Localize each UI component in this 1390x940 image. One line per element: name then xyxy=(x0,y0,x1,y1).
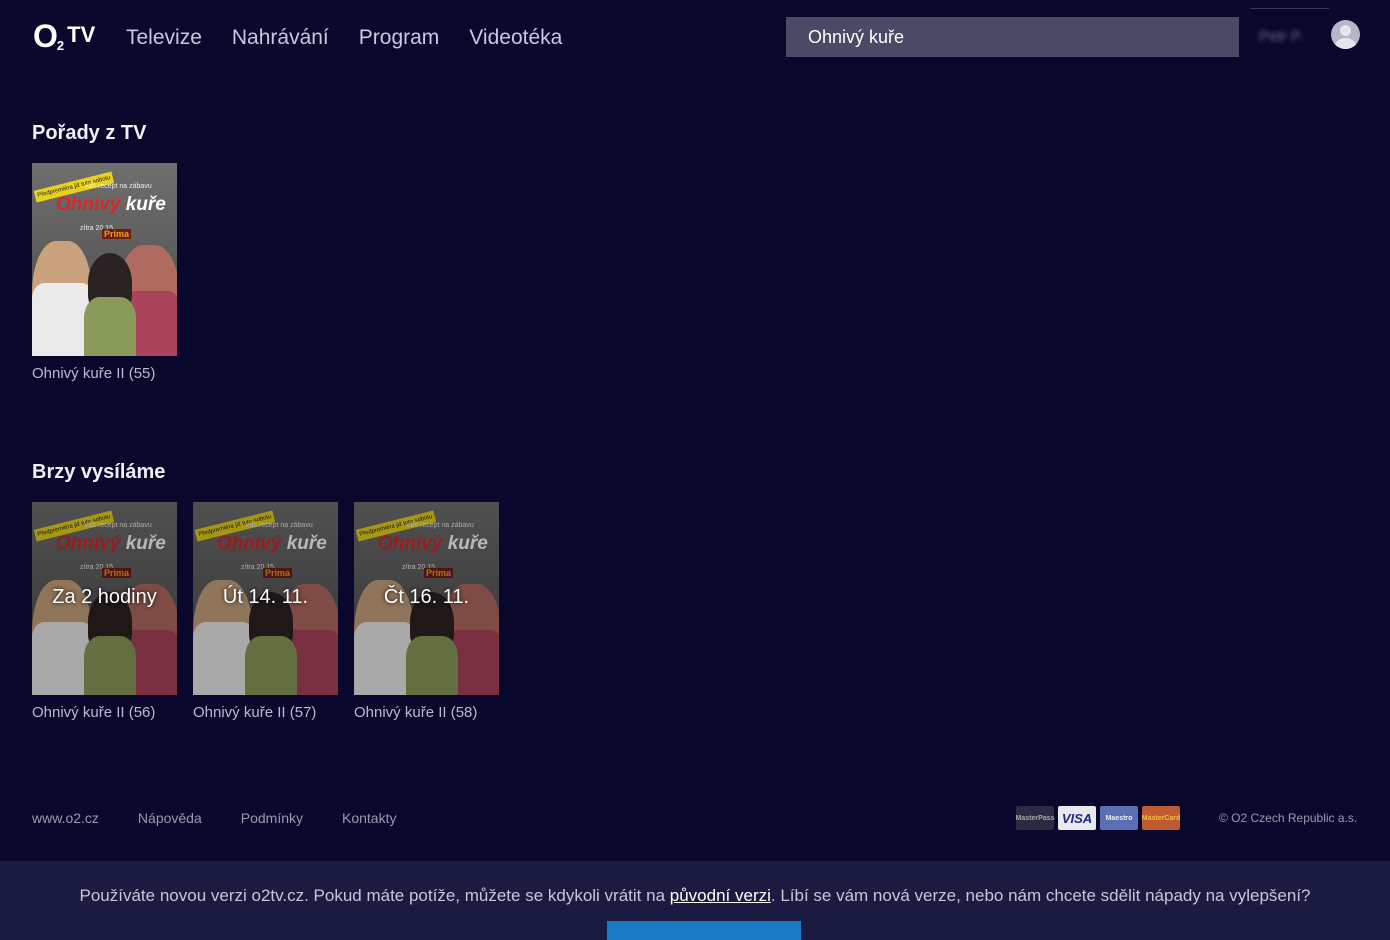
notice-text: Používáte novou verzi o2tv.cz. Pokud mát… xyxy=(79,886,1311,905)
upcoming-poster[interactable]: Předpremiéra již tuto sobotu Váš recept … xyxy=(193,502,338,695)
upcoming-card[interactable]: Předpremiéra již tuto sobotu Váš recept … xyxy=(32,502,177,721)
payment-logos: MasterPass VISA Maestro MasterCard xyxy=(1016,806,1180,830)
footer-link-o2[interactable]: www.o2.cz xyxy=(32,810,99,826)
search-box xyxy=(786,17,1239,57)
mastercard-icon: MasterCard xyxy=(1142,806,1180,830)
footer-link-contacts[interactable]: Kontakty xyxy=(342,810,396,826)
masterpass-icon: MasterPass xyxy=(1016,806,1054,830)
upcoming-poster[interactable]: Předpremiéra již tuto sobotu Váš recept … xyxy=(32,502,177,695)
user-name[interactable]: Petr P. xyxy=(1259,28,1303,45)
footer-link-help[interactable]: Nápověda xyxy=(138,810,202,826)
original-version-link[interactable]: původní verzi xyxy=(670,886,771,905)
footer-links: www.o2.cz Nápověda Podmínky Kontakty xyxy=(32,810,435,826)
nav-program[interactable]: Program xyxy=(359,26,440,50)
upcoming-label[interactable]: Ohnivý kuře II (57) xyxy=(193,704,338,721)
copyright: © O2 Czech Republic a.s. xyxy=(1219,811,1358,825)
poster-channel: Prima xyxy=(102,229,132,239)
maestro-icon: Maestro xyxy=(1100,806,1138,830)
feedback-button[interactable] xyxy=(607,921,801,940)
show-card[interactable]: Předpremiéra již tuto sobotu Váš recept … xyxy=(32,163,177,382)
upcoming-label[interactable]: Ohnivý kuře II (58) xyxy=(354,704,499,721)
show-poster[interactable]: Předpremiéra již tuto sobotu Váš recept … xyxy=(32,163,177,356)
poster-brand: Ohnivý kuře xyxy=(56,194,166,215)
upcoming-card[interactable]: Předpremiéra již tuto sobotu Váš recept … xyxy=(193,502,338,721)
section-title-shows: Pořady z TV xyxy=(32,122,147,144)
show-label[interactable]: Ohnivý kuře II (55) xyxy=(32,365,177,382)
airing-time: Za 2 hodiny xyxy=(52,586,157,608)
search-input[interactable] xyxy=(786,17,1239,57)
o2tv-logo[interactable]: O 2 TV xyxy=(33,20,95,53)
airing-time: Čt 16. 11. xyxy=(383,586,470,608)
section-title-upcoming: Brzy vysíláme xyxy=(32,461,166,483)
top-bar: O 2 TV Televize Nahrávání Program Videot… xyxy=(0,0,1390,76)
upcoming-poster[interactable]: Předpremiéra již tuto sobotu Váš recept … xyxy=(354,502,499,695)
nav-nahravani[interactable]: Nahrávání xyxy=(232,26,329,50)
logo-two: 2 xyxy=(56,38,65,53)
nav-televize[interactable]: Televize xyxy=(126,26,202,50)
new-version-notice: Používáte novou verzi o2tv.cz. Pokud mát… xyxy=(0,861,1390,940)
nav-videoteka[interactable]: Videotéka xyxy=(469,26,562,50)
poster-sub: Váš recept na zábavu xyxy=(84,183,152,190)
logo-tv: TV xyxy=(67,22,96,47)
upcoming-card[interactable]: Předpremiéra již tuto sobotu Váš recept … xyxy=(354,502,499,721)
airing-time: Út 14. 11. xyxy=(222,586,309,608)
logo-o: O xyxy=(33,18,58,54)
main-nav: Televize Nahrávání Program Videotéka xyxy=(126,26,592,50)
visa-icon: VISA xyxy=(1058,806,1096,830)
upcoming-label[interactable]: Ohnivý kuře II (56) xyxy=(32,704,177,721)
footer-link-terms[interactable]: Podmínky xyxy=(241,810,303,826)
avatar-icon[interactable] xyxy=(1331,20,1360,49)
